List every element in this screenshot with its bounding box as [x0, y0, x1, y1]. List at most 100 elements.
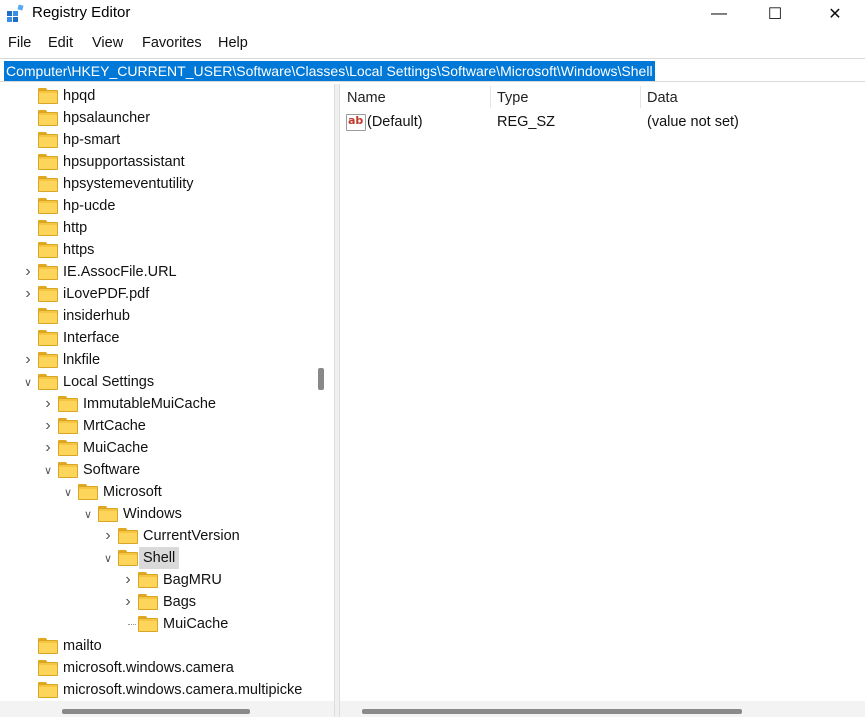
tree-item[interactable]: http	[0, 217, 334, 239]
column-divider[interactable]	[640, 86, 641, 108]
tree-item-label[interactable]: MuiCache	[163, 613, 228, 635]
value-row-default[interactable]: ab (Default) REG_SZ (value not set)	[344, 111, 854, 133]
tree-item[interactable]: Interface	[0, 327, 334, 349]
chevron-down-icon[interactable]: ∨	[102, 547, 114, 569]
tree-item-label[interactable]: CurrentVersion	[143, 525, 240, 547]
tree-item[interactable]: https	[0, 239, 334, 261]
tree-item-label[interactable]: ImmutableMuiCache	[83, 393, 216, 415]
tree-item-label[interactable]: iLovePDF.pdf	[63, 283, 149, 305]
tree-item-label[interactable]: MuiCache	[83, 437, 148, 459]
tree-item-label[interactable]: insiderhub	[63, 305, 130, 327]
tree-item-label[interactable]: hp-ucde	[63, 195, 115, 217]
menu-favorites[interactable]: Favorites	[142, 35, 202, 51]
chevron-down-icon[interactable]: ∨	[62, 481, 74, 503]
tree-item-label[interactable]: microsoft.windows.camera	[63, 657, 234, 679]
minimize-button[interactable]: —	[690, 0, 748, 28]
chevron-right-icon[interactable]: ›	[102, 525, 114, 547]
tree-item-label[interactable]: Interface	[63, 327, 119, 349]
tree-item[interactable]: microsoft.windows.camera.multipicke	[0, 679, 334, 701]
folder-icon	[98, 506, 118, 522]
tree-horizontal-scroll-thumb[interactable]	[62, 709, 250, 714]
chevron-down-icon[interactable]: ∨	[22, 371, 34, 393]
chevron-right-icon[interactable]: ›	[22, 261, 34, 283]
folder-icon	[38, 198, 58, 214]
tree-item[interactable]: hp-smart	[0, 129, 334, 151]
tree-vertical-scrollbar[interactable]	[312, 84, 334, 701]
chevron-right-icon[interactable]: ›	[42, 393, 54, 415]
tree-item-label[interactable]: hpsalauncher	[63, 107, 150, 129]
tree-item[interactable]: ∨ Shell	[0, 547, 334, 569]
tree-item-label[interactable]: Microsoft	[103, 481, 162, 503]
menu-help[interactable]: Help	[218, 35, 248, 51]
tree-item-label[interactable]: http	[63, 217, 87, 239]
tree-item-label[interactable]: microsoft.windows.camera.multipicke	[63, 679, 302, 701]
tree-item-label[interactable]: Windows	[123, 503, 182, 525]
column-header-name[interactable]: Name	[347, 86, 386, 110]
tree-item[interactable]: › MrtCache	[0, 415, 334, 437]
column-divider[interactable]	[490, 86, 491, 108]
tree-item[interactable]: ∨ Windows	[0, 503, 334, 525]
tree-item[interactable]: ∨ Microsoft	[0, 481, 334, 503]
key-tree-pane[interactable]: hpqd hpsalauncher hp-smart hpsupportassista…	[0, 84, 334, 717]
tree-item-label[interactable]: Shell	[139, 547, 180, 569]
values-pane[interactable]: Name Type Data ab (Default) REG_SZ (valu…	[340, 84, 865, 701]
chevron-right-icon[interactable]: ›	[122, 569, 134, 591]
column-header-data[interactable]: Data	[647, 86, 678, 110]
tree-item[interactable]: hpsalauncher	[0, 107, 334, 129]
tree-item[interactable]: hpsystemeventutility	[0, 173, 334, 195]
tree-item[interactable]: › lnkfile	[0, 349, 334, 371]
tree-item[interactable]: › IE.AssocFile.URL	[0, 261, 334, 283]
tree-item[interactable]: ∨ Software	[0, 459, 334, 481]
tree-item[interactable]: › MuiCache	[0, 437, 334, 459]
address-path[interactable]: Computer\HKEY_CURRENT_USER\Software\Clas…	[4, 61, 655, 81]
chevron-right-icon[interactable]: ›	[42, 415, 54, 437]
address-bar[interactable]: Computer\HKEY_CURRENT_USER\Software\Clas…	[0, 58, 865, 82]
chevron-right-icon[interactable]: ›	[122, 591, 134, 613]
column-header-type[interactable]: Type	[497, 86, 528, 110]
tree-item[interactable]: mailto	[0, 635, 334, 657]
chevron-down-icon[interactable]: ∨	[82, 503, 94, 525]
tree-item[interactable]: ∨ Local Settings	[0, 371, 334, 393]
tree-item[interactable]: hp-ucde	[0, 195, 334, 217]
close-button[interactable]: ✕	[806, 0, 864, 28]
tree-item[interactable]: hpsupportassistant	[0, 151, 334, 173]
tree-item[interactable]: microsoft.windows.camera	[0, 657, 334, 679]
tree-item-label[interactable]: BagMRU	[163, 569, 222, 591]
folder-icon	[38, 638, 58, 654]
folder-icon	[58, 418, 78, 434]
tree-item[interactable]: MuiCache	[0, 613, 334, 635]
folder-icon	[38, 660, 58, 676]
tree-item[interactable]: › Bags	[0, 591, 334, 613]
tree-item-label[interactable]: MrtCache	[83, 415, 146, 437]
tree-item-label[interactable]: Local Settings	[63, 371, 154, 393]
tree-item[interactable]: hpqd	[0, 85, 334, 107]
tree-item-label[interactable]: Software	[83, 459, 140, 481]
tree-item-label[interactable]: hpsupportassistant	[63, 151, 185, 173]
tree-item-label[interactable]: hpqd	[63, 85, 95, 107]
tree-item-label[interactable]: hpsystemeventutility	[63, 173, 194, 195]
tree-item[interactable]: › CurrentVersion	[0, 525, 334, 547]
tree-item[interactable]: insiderhub	[0, 305, 334, 327]
folder-icon	[38, 308, 58, 324]
chevron-right-icon[interactable]: ›	[42, 437, 54, 459]
tree-item-label[interactable]: lnkfile	[63, 349, 100, 371]
tree-item[interactable]: › iLovePDF.pdf	[0, 283, 334, 305]
tree-item[interactable]: › BagMRU	[0, 569, 334, 591]
folder-icon	[38, 110, 58, 126]
menu-file[interactable]: File	[8, 35, 31, 51]
folder-icon	[38, 286, 58, 302]
tree-item-label[interactable]: Bags	[163, 591, 196, 613]
tree-item[interactable]: › ImmutableMuiCache	[0, 393, 334, 415]
tree-vertical-scroll-thumb[interactable]	[318, 368, 324, 390]
maximize-button[interactable]: ☐	[746, 0, 804, 28]
values-horizontal-scroll-thumb[interactable]	[362, 709, 742, 714]
tree-item-label[interactable]: hp-smart	[63, 129, 120, 151]
chevron-right-icon[interactable]: ›	[22, 283, 34, 305]
chevron-down-icon[interactable]: ∨	[42, 459, 54, 481]
chevron-right-icon[interactable]: ›	[22, 349, 34, 371]
tree-item-label[interactable]: mailto	[63, 635, 102, 657]
menu-edit[interactable]: Edit	[48, 35, 73, 51]
tree-item-label[interactable]: https	[63, 239, 94, 261]
menu-view[interactable]: View	[92, 35, 123, 51]
tree-item-label[interactable]: IE.AssocFile.URL	[63, 261, 177, 283]
